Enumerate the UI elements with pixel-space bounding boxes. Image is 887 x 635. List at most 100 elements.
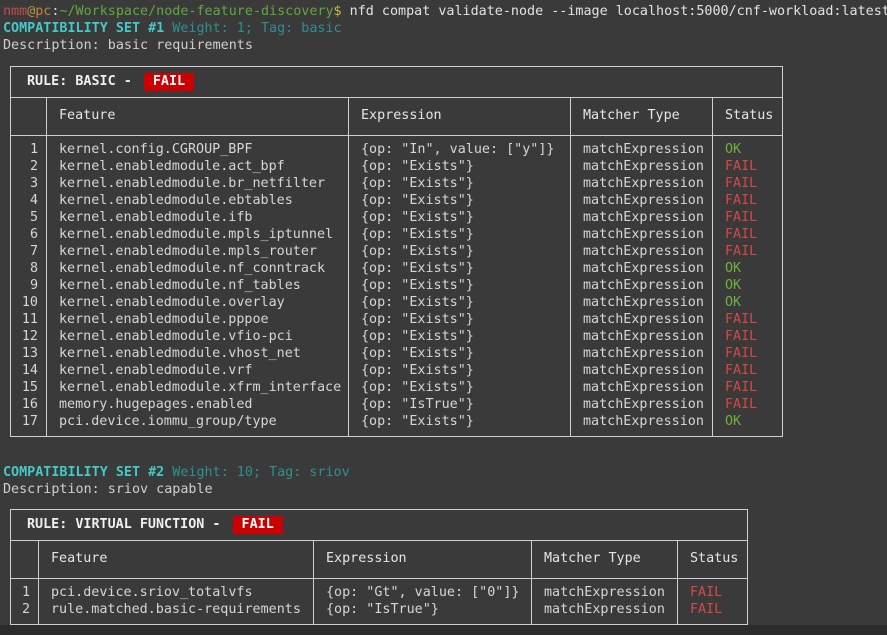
column-header-index bbox=[11, 98, 47, 136]
expression-cell: {op: "Exists"} bbox=[349, 277, 571, 294]
table-row: 2rule.matched.basic-requirements{op: "Is… bbox=[11, 601, 748, 625]
matcher-cell: matchExpression bbox=[571, 413, 713, 437]
column-header-row: Feature Expression Matcher Type Status bbox=[11, 98, 783, 136]
feature-cell: kernel.enabledmodule.nf_conntrack bbox=[47, 260, 349, 277]
rule-table-basic: RULE: BASIC - FAIL Feature Expression Ma… bbox=[10, 66, 783, 437]
status-cell: OK bbox=[713, 260, 783, 277]
prompt-hostname: pc bbox=[35, 4, 51, 19]
table-row: 9kernel.enabledmodule.nf_tables{op: "Exi… bbox=[11, 277, 783, 294]
expression-cell: {op: "Exists"} bbox=[349, 362, 571, 379]
row-number: 3 bbox=[11, 175, 47, 192]
rule-header-row: RULE: VIRTUAL FUNCTION - FAIL bbox=[11, 510, 748, 541]
row-number: 9 bbox=[11, 277, 47, 294]
set2-description: Description: sriov capable bbox=[3, 481, 887, 498]
row-number: 14 bbox=[11, 362, 47, 379]
row-number: 4 bbox=[11, 192, 47, 209]
status-cell: OK bbox=[713, 413, 783, 437]
column-header-row: Feature Expression Matcher Type Status bbox=[11, 541, 748, 579]
status-cell: FAIL bbox=[713, 243, 783, 260]
matcher-cell: matchExpression bbox=[571, 243, 713, 260]
matcher-cell: matchExpression bbox=[571, 345, 713, 362]
feature-cell: kernel.enabledmodule.vfio-pci bbox=[47, 328, 349, 345]
feature-cell: kernel.enabledmodule.ebtables bbox=[47, 192, 349, 209]
set1-description: Description: basic requirements bbox=[3, 37, 887, 54]
set2-title: COMPATIBILITY SET #2 bbox=[3, 465, 164, 480]
prompt-line[interactable]: nmm@pc:~/Workspace/node-feature-discover… bbox=[3, 3, 887, 20]
table-row: 12kernel.enabledmodule.vfio-pci{op: "Exi… bbox=[11, 328, 783, 345]
feature-cell: kernel.enabledmodule.vhost_net bbox=[47, 345, 349, 362]
prompt-dollar-sign: $ bbox=[334, 4, 342, 19]
expression-cell: {op: "Gt", value: ["0"]} bbox=[314, 579, 532, 602]
feature-cell: kernel.enabledmodule.ifb bbox=[47, 209, 349, 226]
feature-cell: kernel.enabledmodule.br_netfilter bbox=[47, 175, 349, 192]
table-row: 13kernel.enabledmodule.vhost_net{op: "Ex… bbox=[11, 345, 783, 362]
feature-cell: kernel.enabledmodule.xfrm_interface bbox=[47, 379, 349, 396]
table-row: 10kernel.enabledmodule.overlay{op: "Exis… bbox=[11, 294, 783, 311]
feature-cell: kernel.enabledmodule.pppoe bbox=[47, 311, 349, 328]
rule-label: RULE: BASIC - bbox=[27, 74, 140, 89]
table-row: 1kernel.config.CGROUP_BPF{op: "In", valu… bbox=[11, 136, 783, 159]
table-row: 15kernel.enabledmodule.xfrm_interface{op… bbox=[11, 379, 783, 396]
expression-cell: {op: "Exists"} bbox=[349, 175, 571, 192]
status-cell: FAIL bbox=[713, 192, 783, 209]
status-cell: OK bbox=[713, 136, 783, 159]
table-row: 6kernel.enabledmodule.mpls_iptunnel{op: … bbox=[11, 226, 783, 243]
status-cell: OK bbox=[713, 294, 783, 311]
matcher-cell: matchExpression bbox=[532, 579, 678, 602]
feature-cell: rule.matched.basic-requirements bbox=[39, 601, 314, 625]
set1-meta: Weight: 1; Tag: basic bbox=[164, 21, 341, 36]
status-cell: FAIL bbox=[713, 362, 783, 379]
table-row: 1pci.device.sriov_totalvfs{op: "Gt", val… bbox=[11, 579, 748, 602]
status-cell: FAIL bbox=[678, 579, 748, 602]
expression-cell: {op: "Exists"} bbox=[349, 158, 571, 175]
table-row: 14kernel.enabledmodule.vrf{op: "Exists"}… bbox=[11, 362, 783, 379]
status-cell: FAIL bbox=[713, 175, 783, 192]
table-row: 5kernel.enabledmodule.ifb{op: "Exists"}m… bbox=[11, 209, 783, 226]
matcher-cell: matchExpression bbox=[571, 328, 713, 345]
expression-cell: {op: "Exists"} bbox=[349, 226, 571, 243]
row-number: 5 bbox=[11, 209, 47, 226]
status-cell: FAIL bbox=[713, 379, 783, 396]
row-number: 2 bbox=[11, 601, 39, 625]
expression-cell: {op: "Exists"} bbox=[349, 413, 571, 437]
feature-cell: kernel.config.CGROUP_BPF bbox=[47, 136, 349, 159]
matcher-cell: matchExpression bbox=[571, 209, 713, 226]
rule-status-badge: FAIL bbox=[233, 516, 283, 534]
matcher-cell: matchExpression bbox=[532, 601, 678, 625]
matcher-cell: matchExpression bbox=[571, 226, 713, 243]
feature-cell: kernel.enabledmodule.act_bpf bbox=[47, 158, 349, 175]
table-row: 16memory.hugepages.enabled{op: "IsTrue"}… bbox=[11, 396, 783, 413]
column-header-status: Status bbox=[713, 98, 783, 136]
row-number: 16 bbox=[11, 396, 47, 413]
row-number: 1 bbox=[11, 136, 47, 159]
column-header-expression: Expression bbox=[349, 98, 571, 136]
row-number: 13 bbox=[11, 345, 47, 362]
matcher-cell: matchExpression bbox=[571, 260, 713, 277]
column-header-status: Status bbox=[678, 541, 748, 579]
expression-cell: {op: "Exists"} bbox=[349, 192, 571, 209]
expression-cell: {op: "Exists"} bbox=[349, 379, 571, 396]
column-header-matcher: Matcher Type bbox=[571, 98, 713, 136]
matcher-cell: matchExpression bbox=[571, 136, 713, 159]
expression-cell: {op: "Exists"} bbox=[349, 328, 571, 345]
row-number: 7 bbox=[11, 243, 47, 260]
expression-cell: {op: "Exists"} bbox=[349, 209, 571, 226]
column-header-expression: Expression bbox=[314, 541, 532, 579]
rule-table-virtual-function: RULE: VIRTUAL FUNCTION - FAIL Feature Ex… bbox=[10, 509, 748, 625]
set2-header: COMPATIBILITY SET #2 Weight: 10; Tag: sr… bbox=[3, 464, 887, 481]
table-row: 3kernel.enabledmodule.br_netfilter{op: "… bbox=[11, 175, 783, 192]
table-row: 17pci.device.iommu_group/type{op: "Exist… bbox=[11, 413, 783, 437]
matcher-cell: matchExpression bbox=[571, 396, 713, 413]
row-number: 10 bbox=[11, 294, 47, 311]
table-row: 11kernel.enabledmodule.pppoe{op: "Exists… bbox=[11, 311, 783, 328]
status-cell: FAIL bbox=[713, 226, 783, 243]
status-cell: FAIL bbox=[713, 328, 783, 345]
matcher-cell: matchExpression bbox=[571, 192, 713, 209]
set1-title: COMPATIBILITY SET #1 bbox=[3, 21, 164, 36]
terminal-window[interactable]: { "colors": { "background": "#3a3a3a", "… bbox=[0, 0, 887, 635]
matcher-cell: matchExpression bbox=[571, 158, 713, 175]
feature-cell: pci.device.sriov_totalvfs bbox=[39, 579, 314, 602]
feature-cell: kernel.enabledmodule.overlay bbox=[47, 294, 349, 311]
status-cell: FAIL bbox=[713, 209, 783, 226]
column-header-feature: Feature bbox=[47, 98, 349, 136]
